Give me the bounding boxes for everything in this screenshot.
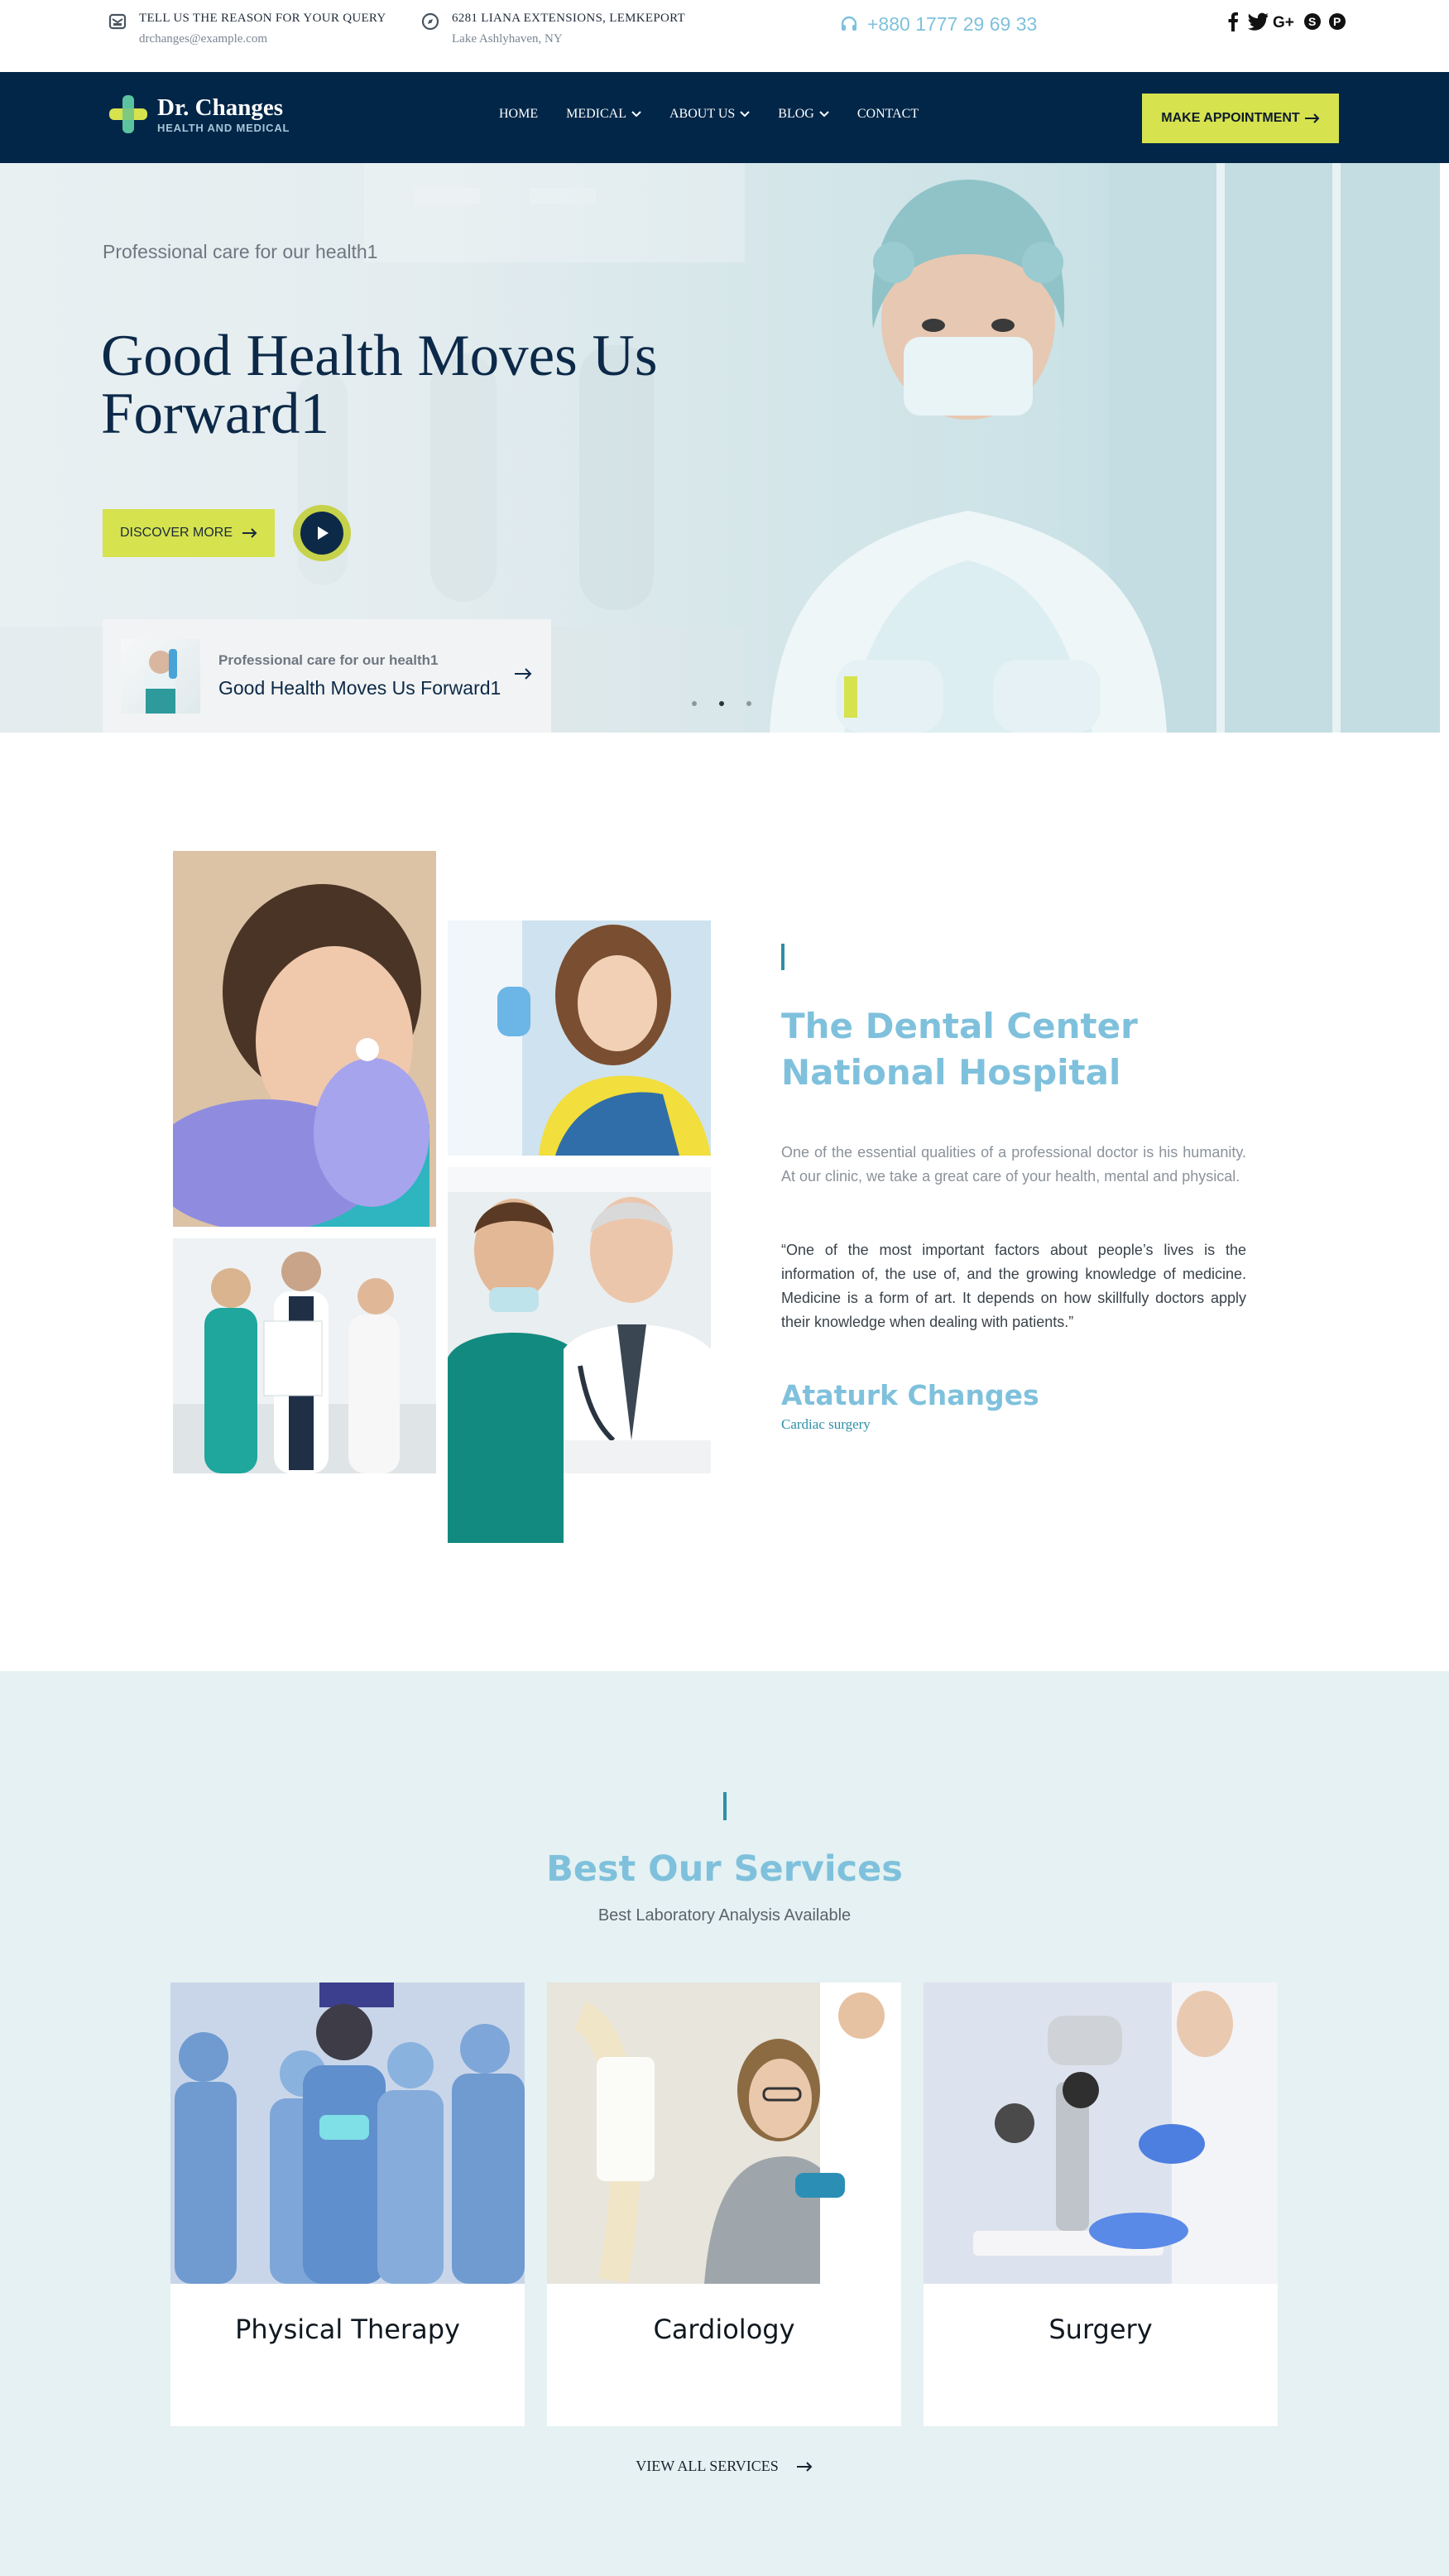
skype-icon[interactable]: S [1303,12,1322,31]
doctor-image [770,163,1440,733]
child-dental-image [173,851,436,1227]
hero-slider: Professional care for our health1 Good H… [0,163,1440,733]
services-title: Best Our Services [546,1848,903,1890]
service-image [924,1982,1278,2284]
site-logo[interactable]: Dr. Changes HEALTH AND MEDICAL [108,94,290,135]
about-title: The Dental Center National Hospital [781,1006,1138,1093]
arrow-right-icon [796,2461,813,2472]
pinterest-icon[interactable]: P [1327,12,1347,31]
hero-title: Good Health Moves Us Forward1 [101,324,658,446]
play-icon [318,526,329,540]
service-card-surgery[interactable]: Surgery [924,1982,1278,2426]
next-slide-card[interactable]: Professional care for our health1 Good H… [103,619,551,733]
author-role: Cardiac surgery [781,1416,871,1432]
section-accent-line [781,944,784,970]
arrow-right-icon [1304,113,1320,123]
service-name: Surgery [1048,2314,1153,2345]
services-section: Best Our Services Best Laboratory Analys… [0,1671,1449,2576]
phone-info[interactable]: +880 1777 29 69 33 [839,13,1037,36]
make-appointment-label: MAKE APPOINTMENT [1161,111,1300,125]
nav-item-label: HOME [499,107,539,121]
about-quote: “One of the most important factors about… [781,1242,1246,1330]
about-paragraph: One of the essential qualities of a prof… [781,1144,1246,1185]
twitter-icon[interactable] [1248,12,1268,31]
chevron-down-icon [740,111,750,118]
envelope-icon [108,12,127,31]
slider-dots [692,701,751,706]
nav-item-label: BLOG [778,107,814,121]
slider-dot[interactable] [746,701,751,706]
compass-icon [420,12,440,31]
smiling-patient-image [448,920,711,1156]
section-accent-line [723,1792,727,1820]
slider-dot[interactable] [692,701,697,706]
google-plus-icon[interactable]: G+ [1273,12,1298,31]
top-info-bar: TELL US THE REASON FOR YOUR QUERY drchan… [0,0,1449,72]
discover-more-label: DISCOVER MORE [119,526,233,540]
slider-dot-active[interactable] [719,701,724,706]
facebook-icon[interactable] [1223,12,1243,31]
nav-item-contact[interactable]: CONTACT [857,107,919,122]
view-all-services-link[interactable]: VIEW ALL SERVICES [0,2458,1449,2475]
doctors-portrait-image [448,1167,711,1543]
slide-card-title: Good Health Moves Us Forward1 [218,677,501,699]
social-links: G+ S P [1223,12,1347,31]
service-name: Cardiology [653,2314,795,2345]
nav-item-about-us[interactable]: ABOUT US [669,107,750,122]
service-name: Physical Therapy [235,2314,460,2345]
nav-item-medical[interactable]: MEDICAL [566,107,641,122]
main-navbar: Dr. Changes HEALTH AND MEDICAL HOME MEDI… [0,72,1449,163]
page: TELL US THE REASON FOR YOUR QUERY drchan… [0,0,1449,2576]
email-link[interactable]: drchanges@example.com [139,32,386,46]
logo-name: Dr. Changes [157,94,284,121]
service-image [547,1982,901,2284]
city-line: Lake Ashlyhaven, NY [452,32,563,46]
view-all-services-label: VIEW ALL SERVICES [636,2458,779,2474]
chevron-down-icon [631,111,641,118]
service-image [170,1982,525,2284]
query-heading: TELL US THE REASON FOR YOUR QUERY [139,12,386,25]
nav-item-label: MEDICAL [566,107,626,121]
nav-item-label: CONTACT [856,107,919,121]
chevron-down-icon [819,111,829,118]
logo-tagline: HEALTH AND MEDICAL [157,121,290,134]
phone-number[interactable]: +880 1777 29 69 33 [867,13,1037,36]
svg-text:P: P [1333,15,1341,28]
svg-text:G+: G+ [1273,14,1294,31]
hero-subtitle: Professional care for our health1 [103,241,378,262]
arrow-right-icon [242,528,257,538]
address-line: 6281 LIANA EXTENSIONS, LEMKEPORT [452,12,686,25]
author-name: Ataturk Changes [781,1379,1039,1411]
service-card-physical-therapy[interactable]: Physical Therapy [170,1982,525,2426]
medical-team-image [173,1238,436,1473]
main-menu: HOME MEDICAL ABOUT US BLOG CONTACT [499,107,947,122]
svg-text:S: S [1308,15,1316,28]
address-info: 6281 LIANA EXTENSIONS, LEMKEPORT Lake As… [420,12,685,46]
nav-item-home[interactable]: HOME [499,107,538,122]
services-subtitle: Best Laboratory Analysis Available [597,1906,852,1925]
slide-card-subtitle: Professional care for our health1 [218,652,439,668]
cross-logo-icon [109,95,147,133]
nav-item-blog[interactable]: BLOG [778,107,829,122]
service-card-cardiology[interactable]: Cardiology [547,1982,901,2426]
make-appointment-button[interactable]: MAKE APPOINTMENT [1142,94,1339,143]
arrow-right-icon [515,668,532,680]
query-info: TELL US THE REASON FOR YOUR QUERY drchan… [108,12,386,46]
headset-icon [839,15,859,35]
discover-more-button[interactable]: DISCOVER MORE [103,509,275,557]
nav-item-label: ABOUT US [669,107,736,121]
slide-thumbnail [121,638,200,714]
play-video-button[interactable] [293,505,351,561]
